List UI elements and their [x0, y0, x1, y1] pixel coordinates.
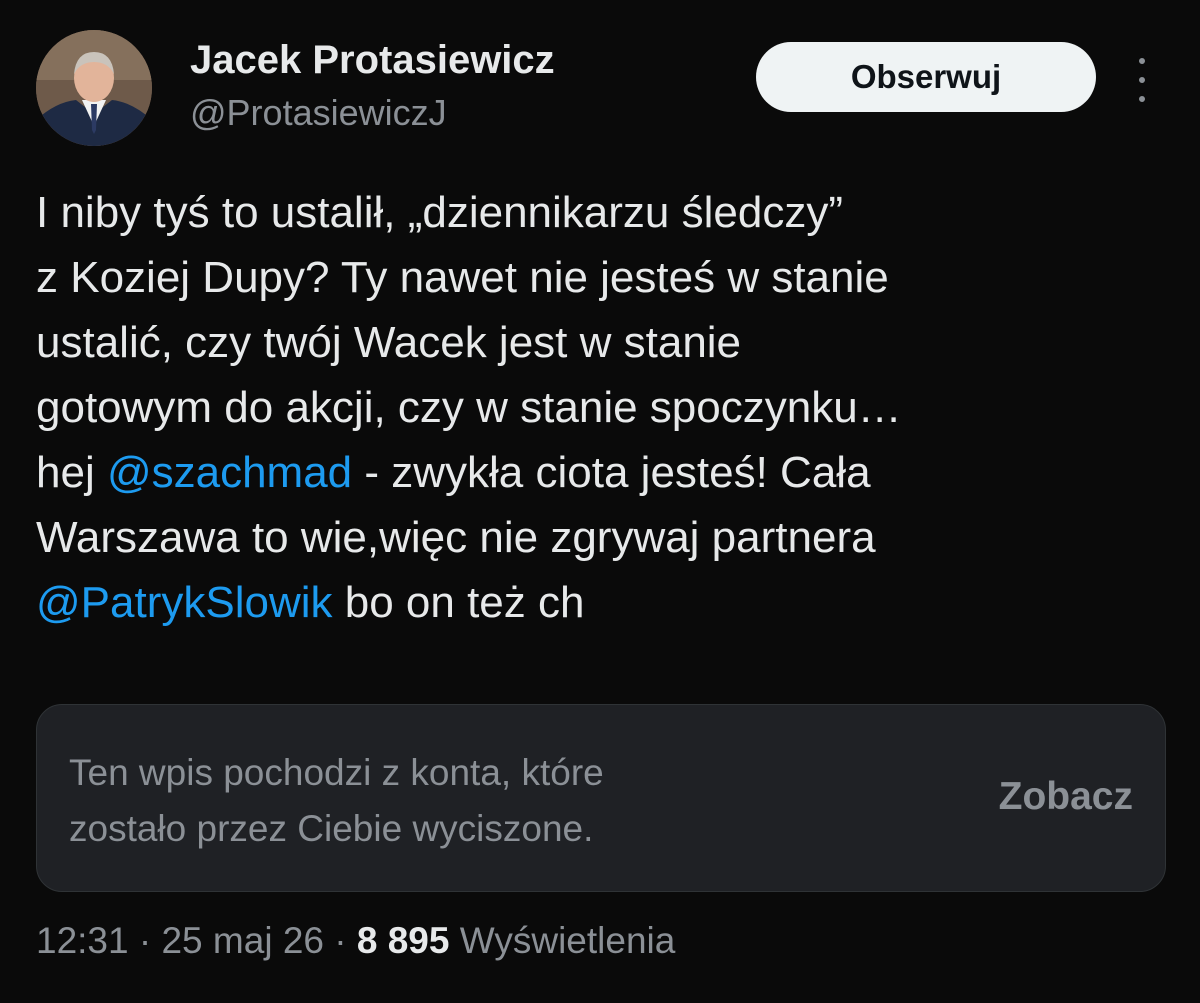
views-label[interactable]: Wyświetlenia	[449, 920, 676, 961]
tweet-text-segment: z Koziej Dupy? Ty nawet nie jesteś w sta…	[36, 253, 889, 302]
author-handle[interactable]: @ProtasiewiczJ	[190, 92, 447, 134]
tweet-meta: 12:31 · 25 maj 26 · 8 895 Wyświetlenia	[36, 920, 675, 962]
tweet-text-segment: ustalić, czy twój Wacek jest w stanie	[36, 318, 742, 367]
more-dot	[1139, 96, 1145, 102]
avatar[interactable]	[36, 30, 152, 146]
more-dot	[1139, 58, 1145, 64]
tweet-text-segment: bo on też ch	[332, 578, 585, 627]
more-vertical-icon[interactable]	[1126, 58, 1158, 102]
more-dot	[1139, 77, 1145, 83]
tweet-text-segment: - zwykła ciota jesteś! Cała	[352, 448, 871, 497]
muted-notice-line: Ten wpis pochodzi z konta, które	[69, 752, 604, 793]
tweet-time[interactable]: 12:31	[36, 920, 129, 961]
separator: ·	[323, 920, 357, 961]
tweet-text-segment: gotowym do akcji, czy w stanie spoczynku…	[36, 383, 902, 432]
muted-account-notice: Ten wpis pochodzi z konta, które zostało…	[36, 704, 1166, 892]
tweet-text-segment: I niby tyś to ustalił, „dziennikarzu śle…	[36, 188, 843, 237]
tweet-line: gotowym do akcji, czy w stanie spoczynku…	[36, 375, 1176, 440]
tweet-line: z Koziej Dupy? Ty nawet nie jesteś w sta…	[36, 245, 1176, 310]
tweet-line: @PatrykSlowik bo on też ch	[36, 570, 1176, 635]
view-button[interactable]: Zobacz	[999, 775, 1133, 819]
tweet-line: I niby tyś to ustalił, „dziennikarzu śle…	[36, 180, 1176, 245]
tweet-line: hej @szachmad - zwykła ciota jesteś! Cał…	[36, 440, 1176, 505]
tweet-text-segment: Warszawa to wie,więc nie zgrywaj partner…	[36, 513, 876, 562]
mention-link[interactable]: @szachmad	[107, 448, 352, 497]
tweet-date[interactable]: 25 maj 26	[161, 920, 324, 961]
tweet-line: Warszawa to wie,więc nie zgrywaj partner…	[36, 505, 1176, 570]
author-display-name[interactable]: Jacek Protasiewicz	[190, 38, 555, 83]
tweet-text-segment: hej	[36, 448, 107, 497]
views-count[interactable]: 8 895	[357, 920, 450, 961]
tweet-text: I niby tyś to ustalił, „dziennikarzu śle…	[36, 180, 1176, 635]
muted-notice-line: zostało przez Ciebie wyciszone.	[69, 808, 594, 849]
separator: ·	[128, 920, 162, 961]
follow-button[interactable]: Obserwuj	[756, 42, 1096, 112]
tweet-line: ustalić, czy twój Wacek jest w stanie	[36, 310, 1176, 375]
mention-link[interactable]: @PatrykSlowik	[36, 578, 333, 627]
muted-notice-text: Ten wpis pochodzi z konta, które zostało…	[69, 745, 604, 857]
